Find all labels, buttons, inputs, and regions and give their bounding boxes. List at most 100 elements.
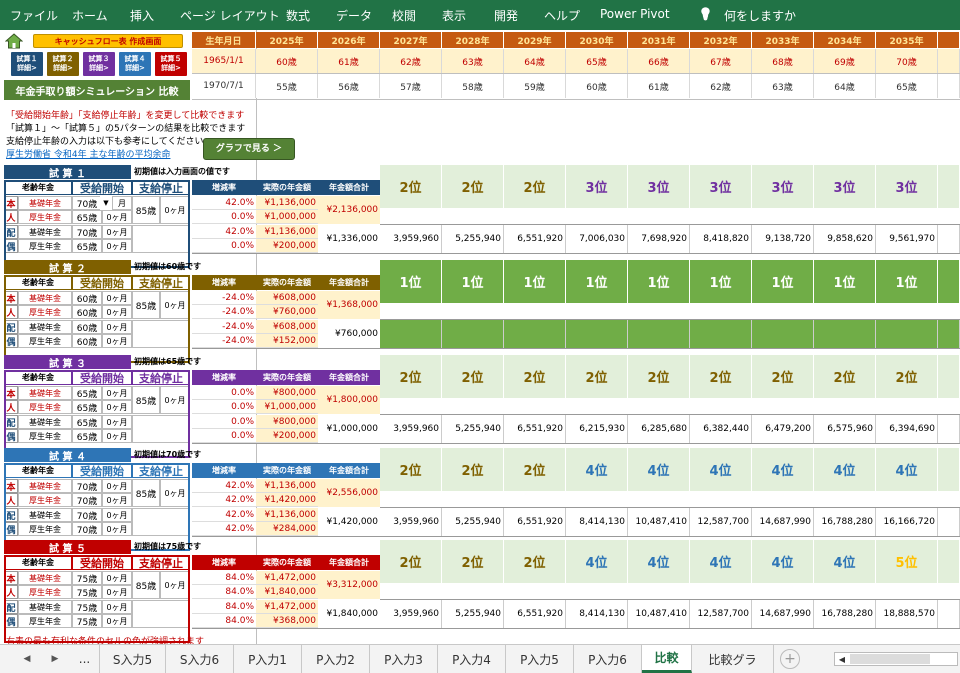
start-age-input[interactable]: 65歳	[72, 239, 102, 253]
sheet-tab-3[interactable]: P入力1	[234, 645, 302, 673]
rate-value: 0.0%	[192, 386, 256, 400]
total-value-1: ¥1,368,000	[318, 291, 380, 319]
trial-2-detail-button[interactable]: 試算２ 詳細>	[46, 51, 80, 77]
start-age-input[interactable]: 60歳	[72, 291, 102, 305]
ribbon-tab-7[interactable]: 表示	[442, 7, 466, 24]
sheet-tab-0[interactable]: ...	[70, 645, 100, 673]
start-age-input[interactable]: 65歳	[72, 429, 102, 443]
ribbon-tab-9[interactable]: ヘルプ	[544, 7, 580, 24]
start-age-input[interactable]: 65歳	[72, 386, 102, 400]
ribbon-tab-0[interactable]: ファイル	[10, 7, 58, 24]
start-month-partial[interactable]: 月	[112, 196, 132, 210]
ribbon-tab-6[interactable]: 校閲	[392, 7, 416, 24]
stop-month-input[interactable]: 0ヶ月	[160, 571, 190, 599]
start-age-input[interactable]: 65歳	[72, 400, 102, 414]
start-month-input[interactable]: 0ヶ月	[102, 291, 132, 305]
rank-cell: 3位	[752, 165, 814, 209]
actual-amount-value: ¥800,000	[256, 386, 318, 400]
stop-age-input[interactable]: 85歳	[132, 571, 160, 599]
ribbon-tab-1[interactable]: ホーム	[72, 7, 108, 24]
start-month-input[interactable]: 0ヶ月	[102, 239, 132, 253]
sheet-tab-5[interactable]: P入力3	[370, 645, 438, 673]
start-age-input[interactable]: 60歳	[72, 334, 102, 348]
sheet-tab-10[interactable]: 比較グラ	[692, 645, 774, 673]
start-month-input[interactable]: 0ヶ月	[102, 386, 132, 400]
total-value-2: ¥760,000	[318, 320, 380, 348]
start-age-input[interactable]: 75歳	[72, 585, 102, 599]
ribbon-tab-2[interactable]: 挿入	[130, 7, 154, 24]
start-month-input[interactable]: 0ヶ月	[102, 400, 132, 414]
start-month-input[interactable]: 0ヶ月	[102, 429, 132, 443]
graph-button[interactable]: グラフで見る ＞	[203, 138, 295, 160]
stop-month-input[interactable]: 0ヶ月	[160, 479, 190, 507]
total-value-2: ¥1,420,000	[318, 508, 380, 536]
ribbon-tab-5[interactable]: データ	[336, 7, 372, 24]
start-month-input[interactable]: 0ヶ月	[102, 508, 132, 522]
stop-month-input[interactable]: 0ヶ月	[160, 386, 190, 414]
start-month-input[interactable]: 0ヶ月	[102, 305, 132, 319]
stop-age-input[interactable]: 85歳	[132, 386, 160, 414]
start-age-input[interactable]: 70歳	[72, 196, 102, 210]
stop-month-input[interactable]: 0ヶ月	[160, 291, 190, 319]
sheet-tab-1[interactable]: S入力5	[100, 645, 166, 673]
sheet-tab-7[interactable]: P入力5	[506, 645, 574, 673]
scroll-left-icon[interactable]: ◀	[836, 653, 848, 665]
cashflow-button[interactable]: キャッシュフロー表 作成画面	[33, 34, 183, 48]
stop-age-input[interactable]: 85歳	[132, 479, 160, 507]
start-month-input[interactable]: 0ヶ月	[102, 210, 132, 224]
rate-value: 42.0%	[192, 196, 256, 210]
ribbon-tab-3[interactable]: ページ レイアウト	[180, 7, 280, 24]
start-month-input[interactable]: 0ヶ月	[102, 522, 132, 536]
start-age-input[interactable]: 75歳	[72, 571, 102, 585]
tab-scroll-left-icon[interactable]: ◀	[18, 648, 36, 670]
ribbon-tab-4[interactable]: 数式	[286, 7, 310, 24]
sheet-tab-2[interactable]: S入力6	[166, 645, 234, 673]
start-month-input[interactable]: 0ヶ月	[102, 225, 132, 239]
start-age-input[interactable]: 65歳	[72, 415, 102, 429]
start-month-input[interactable]: 0ヶ月	[102, 614, 132, 628]
stop-month-input[interactable]: 0ヶ月	[160, 196, 190, 224]
start-month-input[interactable]: 0ヶ月	[102, 571, 132, 585]
sheet-tab-8[interactable]: P入力6	[574, 645, 642, 673]
home-icon[interactable]	[4, 32, 24, 50]
kosei-nenkin-label: 厚生年金	[18, 210, 72, 224]
start-age-input[interactable]: 60歳	[72, 320, 102, 334]
start-month-input[interactable]: 0ヶ月	[102, 479, 132, 493]
sheet-tab-6[interactable]: P入力4	[438, 645, 506, 673]
sheet-tab-9[interactable]: 比較	[642, 645, 692, 673]
trial-5-detail-button[interactable]: 試算５ 詳細>	[154, 51, 188, 77]
stop-age-input[interactable]: 85歳	[132, 291, 160, 319]
start-age-input[interactable]: 70歳	[72, 225, 102, 239]
lightbulb-icon[interactable]: 💡	[698, 7, 713, 21]
start-age-input[interactable]: 70歳	[72, 479, 102, 493]
start-age-input[interactable]: 70歳	[72, 508, 102, 522]
trial-4-detail-button[interactable]: 試算４ 詳細>	[118, 51, 152, 77]
start-month-input[interactable]: 0ヶ月	[102, 334, 132, 348]
tab-scroll-right-icon[interactable]: ▶	[46, 648, 64, 670]
tell-me-search[interactable]: 何をしますか	[724, 7, 796, 24]
stop-age-input[interactable]: 85歳	[132, 196, 160, 224]
start-age-input[interactable]: 60歳	[72, 305, 102, 319]
actual-amount-value: ¥1,136,000	[256, 196, 318, 210]
rate-value: 0.0%	[192, 429, 256, 443]
average-life-link[interactable]: 厚生労働省 令和4年 主な年齢の平均余命	[6, 147, 206, 159]
ribbon-tab-10[interactable]: Power Pivot	[600, 7, 670, 21]
start-month-input[interactable]: 0ヶ月	[102, 415, 132, 429]
scroll-thumb[interactable]	[850, 654, 930, 664]
trial-3-detail-button[interactable]: 試算３ 詳細>	[82, 51, 116, 77]
start-month-input[interactable]: 0ヶ月	[102, 493, 132, 507]
start-age-input[interactable]: 70歳	[72, 522, 102, 536]
haigu-label-2: 偶	[4, 239, 18, 253]
start-age-input[interactable]: 75歳	[72, 614, 102, 628]
ribbon-tab-8[interactable]: 開発	[494, 7, 518, 24]
start-age-input[interactable]: 65歳	[72, 210, 102, 224]
start-age-input[interactable]: 75歳	[72, 600, 102, 614]
sheet-tab-4[interactable]: P入力2	[302, 645, 370, 673]
start-month-input[interactable]: 0ヶ月	[102, 585, 132, 599]
trial-1-detail-button[interactable]: 試算１ 詳細>	[10, 51, 44, 77]
start-month-input[interactable]: 0ヶ月	[102, 600, 132, 614]
add-sheet-icon[interactable]: +	[780, 649, 800, 669]
start-age-input[interactable]: 70歳	[72, 493, 102, 507]
start-age-dropdown-icon[interactable]: ▼	[100, 196, 112, 210]
start-month-input[interactable]: 0ヶ月	[102, 320, 132, 334]
